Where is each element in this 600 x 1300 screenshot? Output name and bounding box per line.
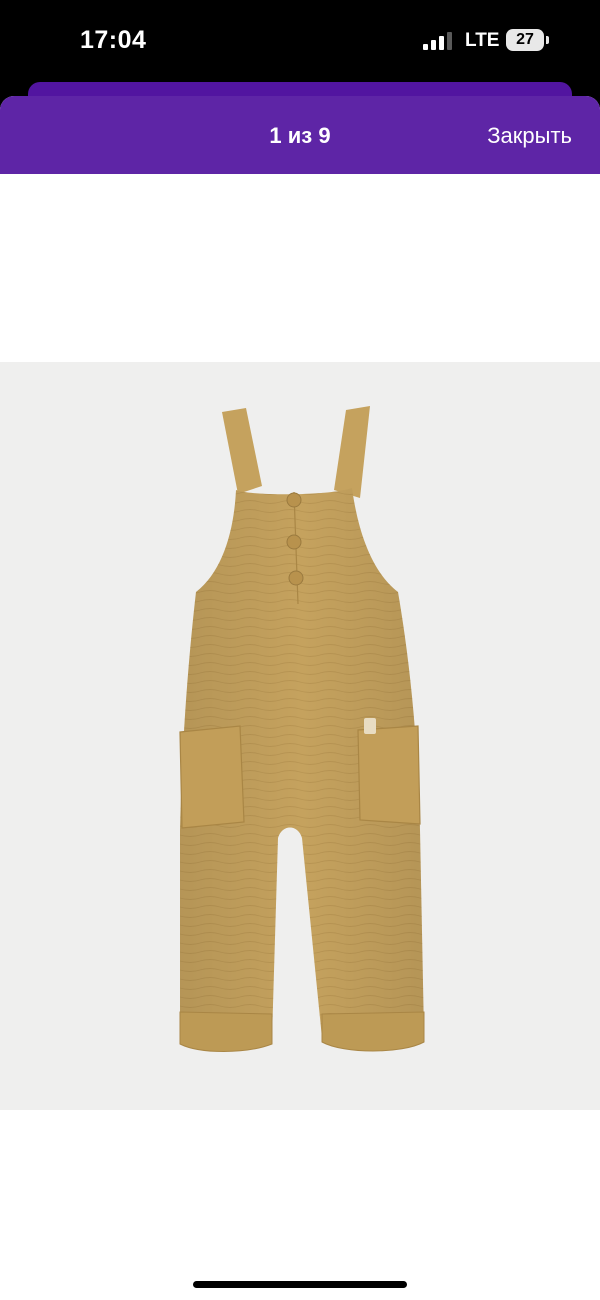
overalls-illustration: [179, 406, 425, 1052]
status-time: 17:04: [80, 26, 147, 54]
battery-icon: 27: [506, 29, 544, 51]
close-button[interactable]: Закрыть: [487, 96, 572, 174]
status-bar: 17:04 LTE 27: [0, 0, 600, 82]
product-photo[interactable]: [0, 362, 600, 1110]
viewer-header: 1 из 9 Закрыть: [0, 96, 600, 174]
home-indicator[interactable]: [193, 1281, 407, 1288]
network-type: LTE: [465, 30, 500, 51]
cellular-signal-icon: [423, 32, 453, 50]
battery-tip: [546, 36, 549, 44]
image-viewer-sheet: 1 из 9 Закрыть: [0, 96, 600, 1300]
